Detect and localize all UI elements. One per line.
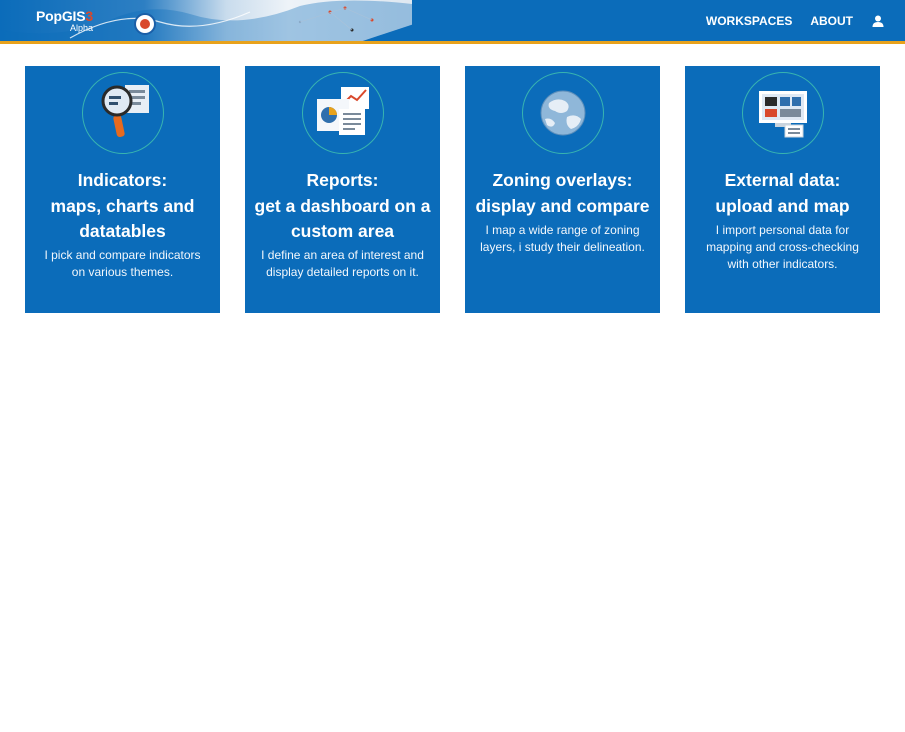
nav-workspaces-link[interactable]: WORKSPACES <box>706 14 792 28</box>
card-description: I pick and compare indicators on various… <box>44 248 201 279</box>
brand-banner: PopGIS3 Alpha <box>0 0 412 41</box>
card-title: External data: upload and map <box>715 170 850 216</box>
logo-globe-icon <box>134 13 156 35</box>
globe-icon <box>521 72 604 154</box>
nav-about-link[interactable]: ABOUT <box>810 14 853 28</box>
monitor-icon <box>741 72 824 154</box>
app-logo-text[interactable]: PopGIS3 <box>36 8 93 24</box>
card-description: I define an area of interest and display… <box>261 248 424 279</box>
card-description: I import personal data for mapping and c… <box>706 223 859 271</box>
card-reports[interactable]: Reports: get a dashboard on a custom are… <box>245 66 440 313</box>
app-logo-subtitle: Alpha <box>70 23 94 33</box>
card-description: I map a wide range of zoning layers, i s… <box>480 223 645 254</box>
card-title: Indicators: maps, charts and datatables <box>50 170 195 241</box>
feature-cards: Indicators: maps, charts and datatables … <box>25 66 880 313</box>
magnifier-icon <box>81 72 164 154</box>
user-icon[interactable] <box>871 14 885 28</box>
top-navigation-bar: PopGIS3 Alpha WORKSPACES ABOUT <box>0 0 905 44</box>
card-zoning[interactable]: Zoning overlays: display and compare I m… <box>465 66 660 313</box>
report-icon <box>301 72 384 154</box>
main-nav: WORKSPACES ABOUT <box>706 0 885 41</box>
card-indicators[interactable]: Indicators: maps, charts and datatables … <box>25 66 220 313</box>
card-title: Zoning overlays: display and compare <box>475 170 650 216</box>
card-title: Reports: get a dashboard on a custom are… <box>254 170 431 241</box>
card-external-data[interactable]: External data: upload and map I import p… <box>685 66 880 313</box>
